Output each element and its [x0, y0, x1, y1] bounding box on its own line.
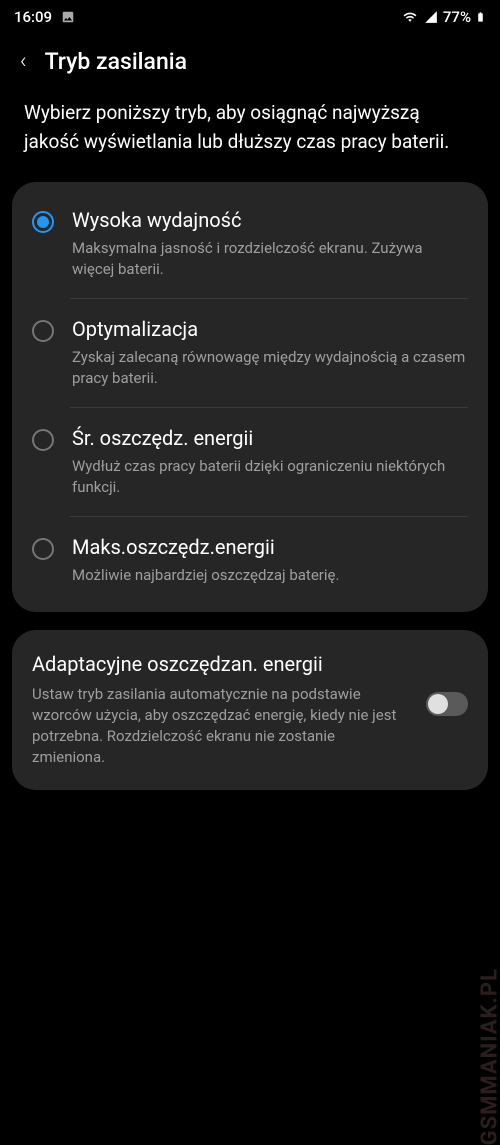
status-bar: 16:09 77%: [0, 0, 500, 30]
option-content: Optymalizacja Zyskaj zalecaną równowagę …: [72, 317, 468, 389]
option-title: Maks.oszczędz.energii: [72, 535, 468, 559]
power-mode-options-card: Wysoka wydajność Maksymalna jasność i ro…: [12, 182, 488, 612]
option-desc: Możliwie najbardziej oszczędzaj baterię.: [72, 565, 468, 586]
battery-percent: 77%: [443, 8, 471, 26]
option-max-power-saving[interactable]: Maks.oszczędz.energii Możliwie najbardzi…: [12, 517, 488, 604]
adaptive-title: Adaptacyjne oszczędzan. energii: [32, 652, 410, 676]
option-title: Wysoka wydajność: [72, 208, 468, 232]
header: ‹ Tryb zasilania: [0, 30, 500, 99]
status-right: 77%: [401, 8, 486, 26]
status-time: 16:09: [14, 8, 52, 26]
option-title: Optymalizacja: [72, 317, 468, 341]
option-desc: Wydłuż czas pracy baterii dzięki ogranic…: [72, 456, 468, 498]
battery-icon: [475, 9, 486, 25]
option-high-performance[interactable]: Wysoka wydajność Maksymalna jasność i ro…: [12, 190, 488, 298]
option-medium-power-saving[interactable]: Śr. oszczędz. energii Wydłuż czas pracy …: [12, 408, 488, 516]
option-content: Wysoka wydajność Maksymalna jasność i ro…: [72, 208, 468, 280]
option-desc: Zyskaj zalecaną równowagę między wydajno…: [72, 347, 468, 389]
option-title: Śr. oszczędz. energii: [72, 426, 468, 450]
adaptive-toggle[interactable]: [426, 692, 468, 716]
page-title: Tryb zasilania: [45, 48, 187, 75]
wifi-icon: [401, 10, 419, 24]
adaptive-desc: Ustaw tryb zasilania automatycznie na po…: [32, 684, 410, 768]
description-text: Wybierz poniższy tryb, aby osiągnąć najw…: [0, 99, 500, 182]
radio-icon: [32, 538, 54, 560]
signal-icon: [423, 10, 439, 24]
option-content: Śr. oszczędz. energii Wydłuż czas pracy …: [72, 426, 468, 498]
back-icon[interactable]: ‹: [20, 49, 27, 74]
watermark: GSMMANIAK.PL: [477, 968, 500, 1145]
radio-icon: [32, 211, 54, 233]
option-desc: Maksymalna jasność i rozdzielczość ekran…: [72, 238, 468, 280]
adaptive-content: Adaptacyjne oszczędzan. energii Ustaw tr…: [32, 652, 410, 768]
toggle-knob: [428, 694, 448, 714]
radio-icon: [32, 320, 54, 342]
adaptive-power-saving-card: Adaptacyjne oszczędzan. energii Ustaw tr…: [12, 630, 488, 790]
option-content: Maks.oszczędz.energii Możliwie najbardzi…: [72, 535, 468, 586]
option-optimized[interactable]: Optymalizacja Zyskaj zalecaną równowagę …: [12, 299, 488, 407]
image-icon: [60, 10, 76, 24]
radio-icon: [32, 429, 54, 451]
status-left: 16:09: [14, 8, 76, 26]
